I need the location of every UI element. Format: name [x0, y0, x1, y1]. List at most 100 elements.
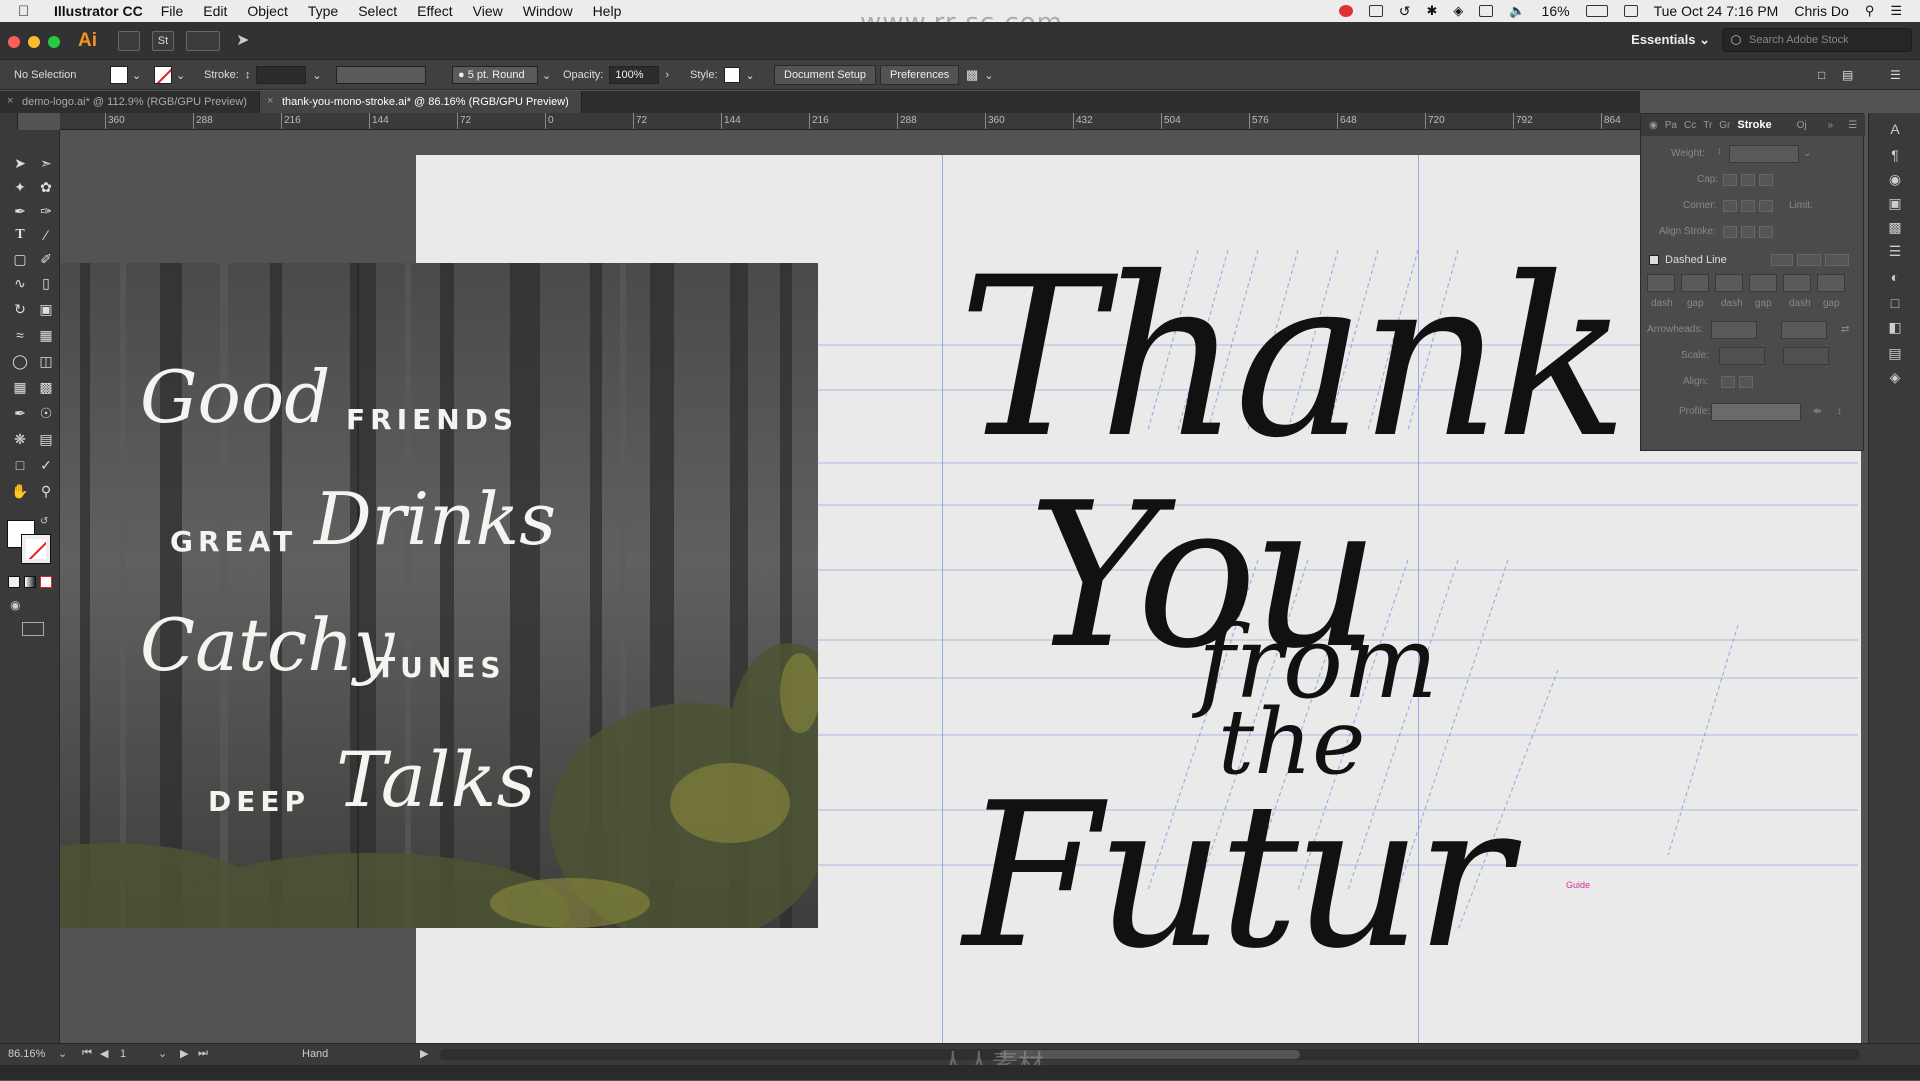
menu-file[interactable]: File [161, 3, 184, 19]
close-window-button[interactable] [8, 36, 20, 48]
last-artboard-icon[interactable]: ⏭ [198, 1047, 208, 1060]
gap-field[interactable] [1749, 274, 1777, 292]
brush-definition[interactable]: ● 5 pt. Round ⌄ [452, 65, 551, 85]
chevron-down-icon[interactable]: ⌄ [158, 1047, 167, 1060]
line-tool-icon[interactable]: ∕ [36, 226, 56, 244]
bluetooth-icon[interactable]: ✱ [1426, 3, 1437, 19]
scroll-thumb[interactable] [1000, 1050, 1300, 1059]
stroke-weight-field[interactable] [256, 66, 307, 84]
gpu-performance-icon[interactable]: ➤ [236, 30, 249, 50]
gap-field[interactable] [1681, 274, 1709, 292]
align-icon[interactable]: ▤ [1842, 65, 1853, 85]
horizontal-ruler[interactable]: 360 288 216 144 72 0 72 144 216 288 360 432 504 576 64… [60, 113, 1640, 130]
panel-tab-opentype[interactable]: Oj [1797, 120, 1807, 131]
apple-menu-icon[interactable]:  [18, 3, 38, 20]
zoom-level[interactable]: 86.16% [8, 1048, 45, 1060]
align-dash-ends-button[interactable] [1825, 254, 1849, 266]
chevron-down-icon[interactable]: ⌄ [58, 1047, 67, 1060]
arrow-tip-extend-button[interactable] [1721, 376, 1735, 388]
chevron-right-icon[interactable]: › [665, 69, 669, 81]
perspective-grid-tool-icon[interactable]: ◫ [36, 352, 56, 370]
menu-object[interactable]: Object [247, 3, 287, 19]
style-control[interactable]: Style: ⌄ [690, 65, 755, 85]
chevron-down-icon[interactable]: ⌄ [312, 69, 321, 82]
stroke-weight-control[interactable]: Stroke: ↕ ⌄ [204, 65, 322, 85]
rectangle-tool-icon[interactable]: ▢ [10, 250, 30, 268]
transform-panel-icon[interactable]: □ [1885, 295, 1905, 313]
swap-arrowheads-icon[interactable]: ⇄ [1841, 324, 1849, 335]
dash-field[interactable] [1715, 274, 1743, 292]
round-join-button[interactable] [1741, 200, 1755, 212]
notification-center-icon[interactable]: ☰ [1890, 3, 1902, 19]
none-mode-icon[interactable] [40, 576, 52, 588]
chevron-down-icon[interactable]: ⌄ [1803, 148, 1811, 159]
chevron-down-icon[interactable]: ⌄ [176, 69, 185, 82]
character-panel-icon[interactable]: A [1885, 121, 1905, 139]
panel-collapse-icon[interactable]: » [1828, 120, 1834, 131]
transparency-panel-icon[interactable]: ◐ [1885, 269, 1905, 287]
chevron-down-icon[interactable]: ⌄ [542, 69, 551, 82]
column-graph-tool-icon[interactable]: ▤ [36, 430, 56, 448]
chevron-down-icon[interactable]: ⌄ [746, 69, 755, 82]
free-transform-tool-icon[interactable]: ▦ [36, 326, 56, 344]
align-center-button[interactable] [1723, 226, 1737, 238]
type-tool-icon[interactable]: T [10, 226, 30, 244]
menu-select[interactable]: Select [358, 3, 397, 19]
arrange-documents-icon[interactable] [186, 31, 220, 51]
menu-type[interactable]: Type [308, 3, 338, 19]
align-panel-icon[interactable]: ▤ [1885, 345, 1905, 363]
draw-mode-icon[interactable]: ◉ [10, 598, 20, 612]
end-arrowhead-select[interactable] [1781, 321, 1827, 339]
fill-swatch[interactable] [110, 66, 128, 84]
menu-help[interactable]: Help [593, 3, 622, 19]
clock[interactable]: Tue Oct 24 7:16 PM [1654, 3, 1779, 19]
panel-menu-icon[interactable]: ☰ [1848, 120, 1857, 131]
symbol-sprayer-tool-icon[interactable]: ❋ [10, 430, 30, 448]
start-scale-field[interactable] [1719, 347, 1765, 365]
direct-selection-tool-icon[interactable]: ➣ [36, 154, 56, 172]
swatches-panel-icon[interactable]: ▩ [1885, 219, 1905, 237]
butt-cap-button[interactable] [1723, 174, 1737, 186]
document-setup-button[interactable]: Document Setup [774, 65, 876, 85]
user-name[interactable]: Chris Do [1794, 3, 1848, 19]
zoom-tool-icon[interactable]: ⚲ [36, 482, 56, 500]
menu-effect[interactable]: Effect [417, 3, 453, 19]
stroke-panel-icon[interactable]: ☰ [1885, 243, 1905, 261]
lasso-tool-icon[interactable]: ✿ [36, 178, 56, 196]
profile-select[interactable] [1711, 403, 1801, 421]
artboard-tool-icon[interactable]: □ [10, 456, 30, 474]
control-menu-icon[interactable]: ☰ [1890, 65, 1901, 85]
dashed-line-checkbox[interactable] [1649, 255, 1659, 265]
preferences-button[interactable]: Preferences [880, 65, 960, 85]
display-icon[interactable] [1368, 5, 1383, 17]
close-icon[interactable]: × [267, 95, 273, 107]
end-scale-field[interactable] [1783, 347, 1829, 365]
blend-tool-icon[interactable]: ☉ [36, 404, 56, 422]
fill-control[interactable]: ⌄ [110, 65, 141, 85]
document-icon[interactable]: □ [1818, 65, 1825, 85]
minimize-window-button[interactable] [28, 36, 40, 48]
thank-you-lettering[interactable]: Thank You from the Futur Guide [18, 130, 1868, 1043]
align-outside-button[interactable] [1759, 226, 1773, 238]
scale-tool-icon[interactable]: ▣ [36, 300, 56, 318]
spotlight-icon[interactable]: ⚲ [1865, 3, 1875, 19]
stock-button[interactable]: St [152, 31, 174, 51]
gap-field[interactable] [1817, 274, 1845, 292]
paragraph-panel-icon[interactable]: ¶ [1885, 147, 1905, 165]
style-swatch[interactable] [723, 67, 740, 83]
profile-field[interactable] [336, 66, 426, 84]
shape-builder-tool-icon[interactable]: ◯ [10, 352, 30, 370]
panel-tab-stroke[interactable]: Stroke [1737, 119, 1771, 131]
next-artboard-icon[interactable]: ▶ [180, 1047, 188, 1060]
first-artboard-icon[interactable]: ⏮ [82, 1047, 92, 1060]
start-arrowhead-select[interactable] [1711, 321, 1757, 339]
menu-window[interactable]: Window [523, 3, 573, 19]
search-adobe-stock-input[interactable]: Search Adobe Stock [1722, 28, 1912, 52]
bridge-icon[interactable] [118, 31, 140, 51]
previous-artboard-icon[interactable]: ◀ [100, 1047, 108, 1060]
miter-join-button[interactable] [1723, 200, 1737, 212]
round-cap-button[interactable] [1741, 174, 1755, 186]
menu-view[interactable]: View [473, 3, 503, 19]
eyedropper-tool-icon[interactable]: ✒ [10, 404, 30, 422]
hand-tool-icon[interactable]: ✋ [10, 482, 30, 500]
